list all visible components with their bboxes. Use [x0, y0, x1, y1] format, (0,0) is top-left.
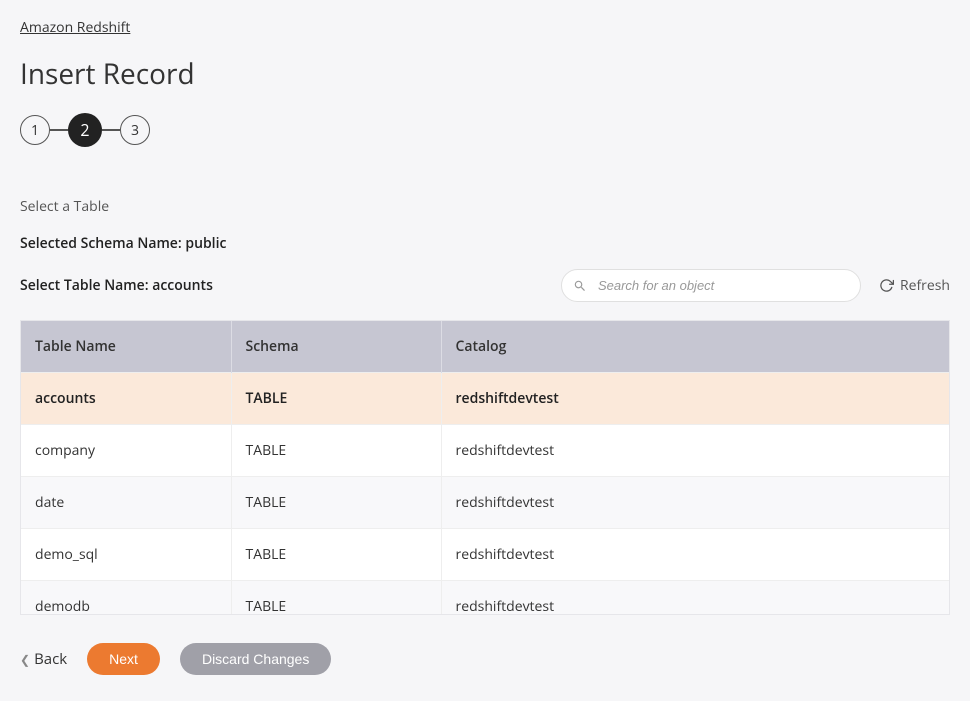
section-label: Select a Table	[20, 197, 950, 216]
header-schema: Schema	[231, 321, 441, 373]
back-label: Back	[34, 649, 67, 669]
step-connector	[102, 129, 120, 131]
next-button[interactable]: Next	[87, 643, 160, 675]
chevron-left-icon: ❮	[20, 651, 30, 668]
cell-table-name: demo_sql	[21, 529, 231, 581]
table-wrapper: Table Name Schema Catalog accountsTABLEr…	[20, 320, 950, 615]
table-row[interactable]: dateTABLEredshiftdevtest	[21, 477, 949, 529]
table-row[interactable]: companyTABLEredshiftdevtest	[21, 425, 949, 477]
breadcrumb-link[interactable]: Amazon Redshift	[20, 18, 130, 37]
selected-schema-line: Selected Schema Name: public	[20, 234, 950, 253]
search-box	[561, 269, 861, 302]
refresh-button[interactable]: Refresh	[879, 276, 950, 295]
table-scroll[interactable]: Table Name Schema Catalog accountsTABLEr…	[21, 321, 949, 614]
header-table-name: Table Name	[21, 321, 231, 373]
page-title: Insert Record	[20, 55, 950, 93]
cell-schema: TABLE	[231, 477, 441, 529]
cell-schema: TABLE	[231, 529, 441, 581]
cell-schema: TABLE	[231, 581, 441, 615]
tables-table: Table Name Schema Catalog accountsTABLEr…	[21, 321, 949, 614]
cell-catalog: redshiftdevtest	[441, 477, 949, 529]
table-row[interactable]: demodbTABLEredshiftdevtest	[21, 581, 949, 615]
footer-buttons: ❮ Back Next Discard Changes	[20, 643, 950, 675]
cell-table-name: date	[21, 477, 231, 529]
cell-catalog: redshiftdevtest	[441, 373, 949, 425]
refresh-label: Refresh	[900, 276, 950, 295]
cell-table-name: demodb	[21, 581, 231, 615]
cell-table-name: company	[21, 425, 231, 477]
cell-catalog: redshiftdevtest	[441, 529, 949, 581]
back-button[interactable]: ❮ Back	[20, 649, 67, 669]
search-input[interactable]	[561, 269, 861, 302]
cell-table-name: accounts	[21, 373, 231, 425]
discard-button[interactable]: Discard Changes	[180, 643, 331, 675]
table-row[interactable]: accountsTABLEredshiftdevtest	[21, 373, 949, 425]
header-catalog: Catalog	[441, 321, 949, 373]
step-1[interactable]: 1	[20, 115, 50, 145]
refresh-icon	[879, 278, 894, 293]
stepper: 1 2 3	[20, 113, 950, 147]
select-table-line: Select Table Name: accounts	[20, 276, 213, 295]
step-connector	[50, 129, 68, 131]
cell-catalog: redshiftdevtest	[441, 425, 949, 477]
step-3[interactable]: 3	[120, 115, 150, 145]
cell-catalog: redshiftdevtest	[441, 581, 949, 615]
cell-schema: TABLE	[231, 373, 441, 425]
table-row[interactable]: demo_sqlTABLEredshiftdevtest	[21, 529, 949, 581]
cell-schema: TABLE	[231, 425, 441, 477]
search-icon	[573, 279, 587, 293]
step-2[interactable]: 2	[68, 113, 102, 147]
